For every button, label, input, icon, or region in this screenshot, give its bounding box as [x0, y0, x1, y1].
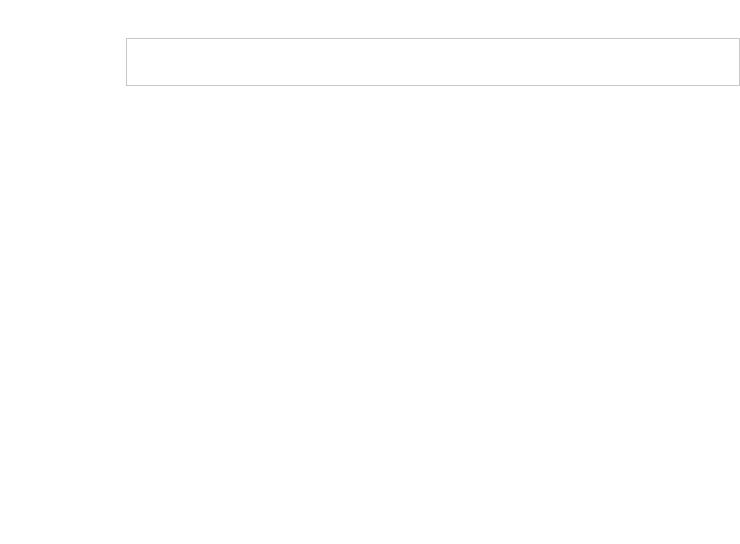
day-header — [126, 38, 740, 63]
next-date-button[interactable] — [32, 6, 54, 32]
previous-date-button[interactable] — [10, 6, 32, 32]
header-corner — [0, 38, 126, 86]
scheduler-header — [0, 38, 740, 86]
time-header — [126, 63, 740, 86]
toolbar — [0, 0, 740, 38]
scheduler-body[interactable] — [0, 86, 740, 544]
scheduler — [0, 38, 740, 544]
